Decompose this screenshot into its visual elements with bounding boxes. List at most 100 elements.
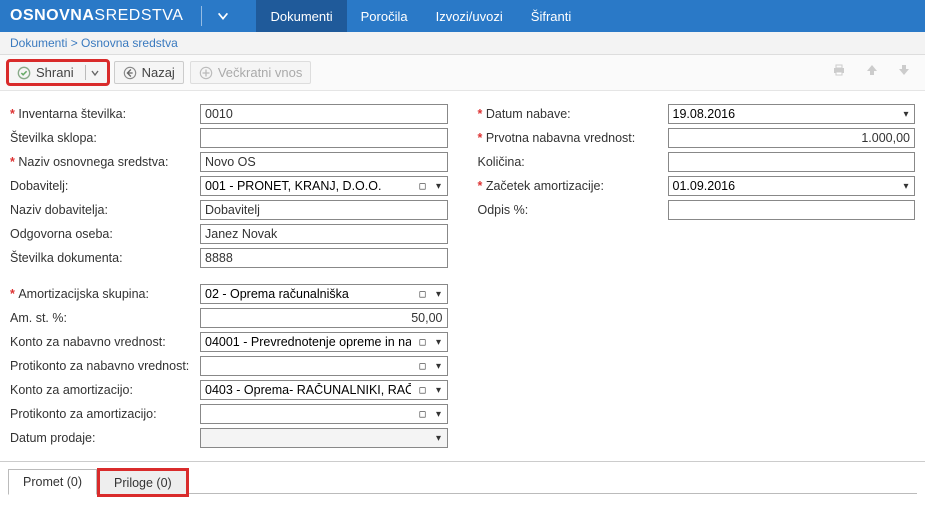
brand-part1: OSNOVNA <box>10 7 94 25</box>
chevron-down-icon[interactable]: ▾ <box>898 109 914 120</box>
arrow-down-icon <box>897 63 911 77</box>
chevron-down-icon[interactable]: ▾ <box>898 181 914 192</box>
combo-protikonto-nab[interactable]: □▾ <box>200 356 448 376</box>
input-st-dok[interactable] <box>200 248 448 268</box>
date-datum-prodaje[interactable]: ▾ <box>200 428 448 448</box>
combo-protikonto-nab-input[interactable] <box>201 357 415 375</box>
label-konto-nab: Konto za nabavno vrednost: <box>10 333 200 351</box>
label-dobavitelj: Dobavitelj: <box>10 179 200 193</box>
chevron-down-icon[interactable]: ▾ <box>431 361 447 372</box>
chevron-down-icon[interactable]: ▾ <box>431 181 447 192</box>
label-konto-am: Konto za amortizacijo: <box>10 383 200 397</box>
breadcrumb-osnovna-sredstva[interactable]: Osnovna sredstva <box>81 36 178 50</box>
main-nav: Dokumenti Poročila Izvozi/uvozi Šifranti <box>256 0 585 32</box>
back-button[interactable]: Nazaj <box>114 61 184 84</box>
lookup-icon[interactable]: □ <box>415 337 431 348</box>
input-kolicina[interactable] <box>668 152 916 172</box>
input-naziv-os[interactable] <box>200 152 448 172</box>
label-odpis: Odpis %: <box>478 203 668 217</box>
combo-konto-nab-input[interactable] <box>201 333 415 351</box>
label-naziv-dob: Naziv dobavitelja: <box>10 203 200 217</box>
date-datum-nabave[interactable]: ▾ <box>668 104 916 124</box>
date-datum-nabave-input[interactable] <box>669 105 899 123</box>
breadcrumb-dokumenti[interactable]: Dokumenti <box>10 36 67 50</box>
date-zacetek-am-input[interactable] <box>669 177 899 195</box>
input-naziv-dob[interactable] <box>200 200 448 220</box>
form-area: Inventarna številka: Številka sklopa: Na… <box>0 91 925 457</box>
tab-priloge[interactable]: Priloge (0) <box>99 470 187 495</box>
combo-dobavitelj[interactable]: □▾ <box>200 176 448 196</box>
label-am-skupina: Amortizacijska skupina: <box>10 287 200 301</box>
chevron-down-icon[interactable]: ▾ <box>431 433 447 444</box>
breadcrumb: Dokumenti > Osnovna sredstva <box>0 32 925 55</box>
chevron-down-icon[interactable]: ▾ <box>431 385 447 396</box>
label-am-st: Am. st. %: <box>10 311 200 325</box>
breadcrumb-sep: > <box>67 36 81 50</box>
chevron-down-icon <box>216 9 230 23</box>
multi-entry-button[interactable]: Večkratni vnos <box>190 61 312 84</box>
chevron-down-icon[interactable]: ▾ <box>431 337 447 348</box>
brand-part2: SREDSTVA <box>94 7 183 25</box>
label-st-dok: Številka dokumenta: <box>10 251 200 265</box>
save-split[interactable] <box>85 65 99 80</box>
tabs: Promet (0) Priloge (0) <box>0 461 925 494</box>
combo-konto-am-input[interactable] <box>201 381 415 399</box>
combo-dobavitelj-input[interactable] <box>201 177 415 195</box>
chevron-down-icon[interactable]: ▾ <box>431 289 447 300</box>
save-button[interactable]: Shrani <box>8 61 108 84</box>
label-datum-nabave: Datum nabave: <box>478 107 668 121</box>
lookup-icon[interactable]: □ <box>415 289 431 300</box>
date-zacetek-am[interactable]: ▾ <box>668 176 916 196</box>
nav-dokumenti[interactable]: Dokumenti <box>256 0 346 32</box>
lookup-icon[interactable]: □ <box>415 361 431 372</box>
input-sklop[interactable] <box>200 128 448 148</box>
plus-circle-icon <box>199 66 213 80</box>
nav-porocila[interactable]: Poročila <box>347 0 422 32</box>
combo-protikonto-am-input[interactable] <box>201 405 415 423</box>
toolbar: Shrani Nazaj Večkratni vnos <box>0 55 925 91</box>
lookup-icon[interactable]: □ <box>415 181 431 192</box>
lookup-icon[interactable]: □ <box>415 409 431 420</box>
combo-am-skupina-input[interactable] <box>201 285 415 303</box>
save-label: Shrani <box>36 65 74 80</box>
label-kolicina: Količina: <box>478 155 668 169</box>
check-circle-icon <box>17 66 31 80</box>
date-datum-prodaje-input[interactable] <box>201 429 431 447</box>
label-protikonto-nab: Protikonto za nabavno vrednost: <box>10 357 200 375</box>
chevron-down-icon[interactable]: ▾ <box>431 409 447 420</box>
input-am-st[interactable] <box>200 308 448 328</box>
up-button[interactable] <box>859 63 885 82</box>
combo-protikonto-am[interactable]: □▾ <box>200 404 448 424</box>
tabs-line <box>189 493 917 494</box>
lookup-icon[interactable]: □ <box>415 385 431 396</box>
input-odpis[interactable] <box>668 200 916 220</box>
print-button[interactable] <box>825 62 853 83</box>
tab-promet[interactable]: Promet (0) <box>8 469 97 495</box>
label-zacetek-am: Začetek amortizacije: <box>478 179 668 193</box>
down-button[interactable] <box>891 63 917 82</box>
arrow-left-circle-icon <box>123 66 137 80</box>
label-inventarna: Inventarna številka: <box>10 107 200 121</box>
print-icon <box>831 62 847 78</box>
arrow-up-icon <box>865 63 879 77</box>
brand-divider <box>201 6 202 26</box>
multi-entry-label: Večkratni vnos <box>218 65 303 80</box>
input-odg-oseba[interactable] <box>200 224 448 244</box>
app-brand: OSNOVNASREDSTVA <box>0 0 193 32</box>
label-naziv-os: Naziv osnovnega sredstva: <box>10 155 200 169</box>
nav-izvozi[interactable]: Izvozi/uvozi <box>422 0 517 32</box>
combo-konto-nab[interactable]: □▾ <box>200 332 448 352</box>
combo-konto-am[interactable]: □▾ <box>200 380 448 400</box>
input-prvotna[interactable] <box>668 128 916 148</box>
form-left-column: Inventarna številka: Številka sklopa: Na… <box>10 103 448 451</box>
label-sklop: Številka sklopa: <box>10 131 200 145</box>
nav-sifranti[interactable]: Šifranti <box>517 0 585 32</box>
input-inventarna[interactable] <box>200 104 448 124</box>
label-odg-oseba: Odgovorna oseba: <box>10 227 200 241</box>
label-datum-prodaje: Datum prodaje: <box>10 431 200 445</box>
chevron-down-icon <box>91 69 99 77</box>
brand-menu-toggle[interactable] <box>210 0 236 32</box>
combo-am-skupina[interactable]: □▾ <box>200 284 448 304</box>
top-navbar: OSNOVNASREDSTVA Dokumenti Poročila Izvoz… <box>0 0 925 32</box>
form-right-column: Datum nabave:▾ Prvotna nabavna vrednost:… <box>478 103 916 451</box>
